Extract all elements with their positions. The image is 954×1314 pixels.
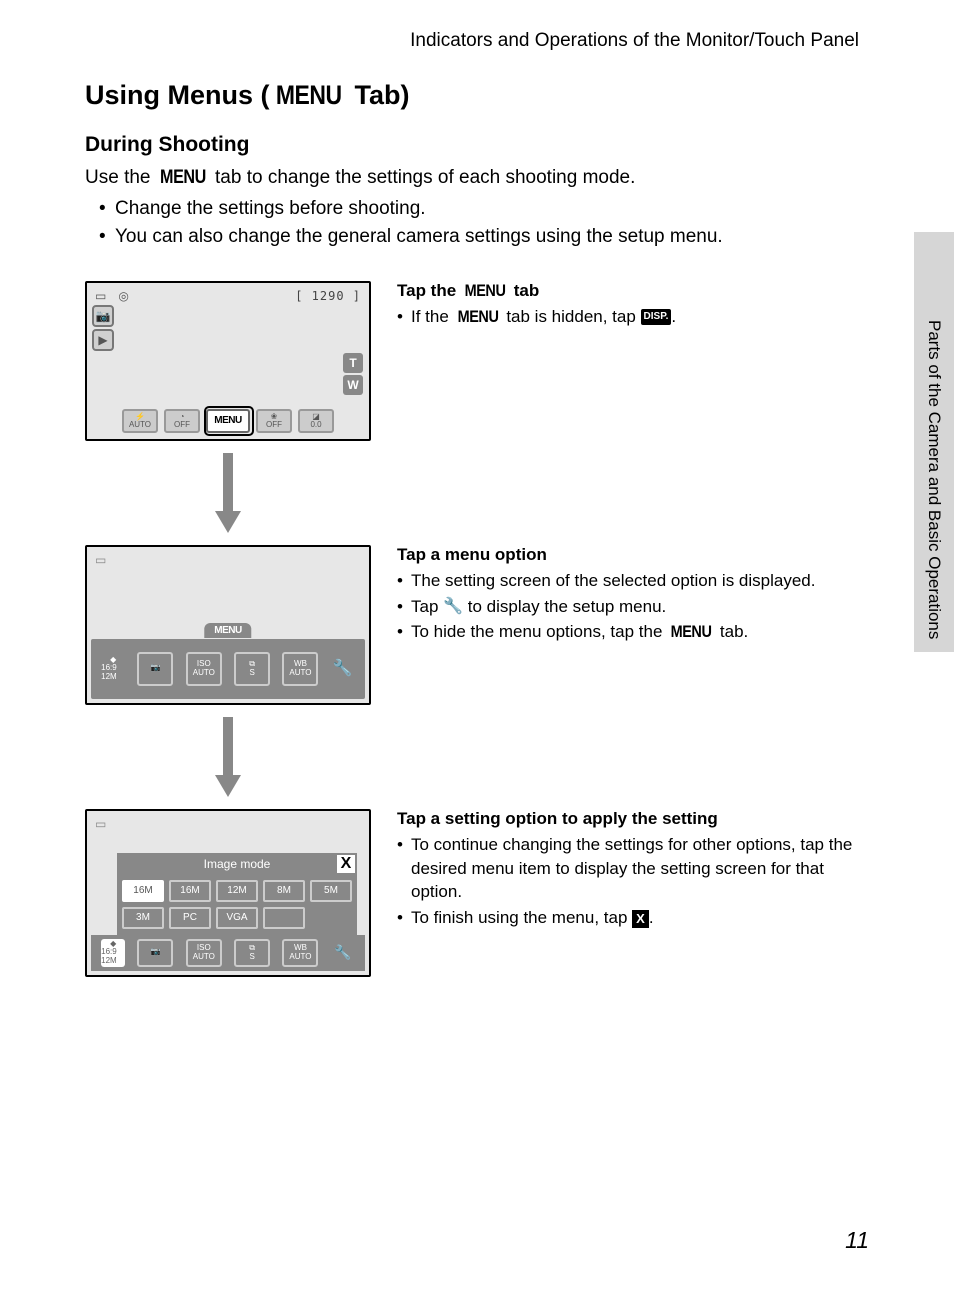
image-mode-option[interactable]: 5M	[310, 880, 352, 902]
screen-1: ▭ ◎ [ 1290 ] 📷 ▶ T W ⚡AUTO ◔OFF	[85, 281, 371, 441]
screen-3: ▭ Image mode X 16M 16M 12M 8M 5M	[85, 809, 371, 977]
expcomp-button[interactable]: ◪0.0	[298, 409, 334, 433]
page-number: 11	[845, 1227, 869, 1254]
wb-item[interactable]: WBAUTO	[282, 652, 318, 686]
image-mode-option[interactable]: 12M	[216, 880, 258, 902]
intro-bullet: You can also change the general camera s…	[99, 224, 869, 251]
section-subtitle: During Shooting	[85, 133, 869, 157]
image-mode-item[interactable]: ◆16:9 12M	[101, 652, 125, 686]
menu-glyph: MENU	[465, 281, 506, 301]
intro-post: tab to change the settings of each shoot…	[210, 167, 636, 188]
zoom-wide-button[interactable]: W	[343, 375, 363, 395]
title-prefix: Using Menus (	[85, 80, 270, 110]
touch-shoot-item[interactable]: 📷	[137, 652, 173, 686]
image-mode-option[interactable]: 3M	[122, 907, 164, 929]
menu-highlight	[204, 406, 254, 436]
down-arrow-icon	[218, 453, 238, 533]
zoom-tele-button[interactable]: T	[343, 353, 363, 373]
flash-button[interactable]: ⚡AUTO	[122, 409, 158, 433]
iso-item[interactable]: ISOAUTO	[186, 652, 222, 686]
menu-glyph: MENU	[160, 165, 206, 192]
step3-bullet: To finish using the menu, tap X.	[397, 906, 869, 930]
image-mode-option[interactable]: 16M	[169, 880, 211, 902]
playback-tab[interactable]: ▶	[92, 329, 114, 351]
selftimer-button[interactable]: ◔OFF	[164, 409, 200, 433]
step3-head: Tap a setting option to apply the settin…	[397, 809, 869, 829]
mode-icon: ◎	[118, 289, 128, 303]
setup-item[interactable]: 🔧	[331, 939, 355, 967]
step2-head: Tap a menu option	[397, 545, 869, 565]
down-arrow-icon	[218, 717, 238, 797]
battery-icon: ▭	[95, 817, 106, 831]
menu-tab-label[interactable]: MENU	[204, 623, 251, 638]
touch-shoot-item[interactable]: 📷	[137, 939, 173, 967]
step2-bullet: To hide the menu options, tap the MENU t…	[397, 620, 869, 644]
page-title: Using Menus (MENU Tab)	[85, 80, 869, 111]
close-icon: X	[632, 910, 649, 928]
image-mode-option[interactable]: 16M	[122, 880, 164, 902]
step3-bullet: To continue changing the settings for ot…	[397, 833, 869, 904]
shot-counter: [ 1290 ]	[295, 289, 361, 303]
title-suffix: Tab)	[347, 80, 410, 110]
page-header: Indicators and Operations of the Monitor…	[85, 30, 869, 52]
image-mode-option[interactable]: 8M	[263, 880, 305, 902]
continuous-item[interactable]: ⧉S	[234, 652, 270, 686]
battery-icon: ▭	[95, 553, 106, 567]
image-mode-option[interactable]: VGA	[216, 907, 258, 929]
intro-bullet: Change the settings before shooting.	[99, 196, 869, 223]
screen-2: ▭ MENU ◆16:9 12M 📷 ISOAUTO ⧉S WBAUTO 🔧	[85, 545, 371, 705]
intro-bullets: Change the settings before shooting. You…	[85, 196, 869, 251]
intro-paragraph: Use the MENU tab to change the settings …	[85, 165, 869, 192]
image-mode-option[interactable]: PC	[169, 907, 211, 929]
camera-tab[interactable]: 📷	[92, 305, 114, 327]
image-mode-item[interactable]: ◆16:9 12M	[101, 939, 125, 967]
step2-bullet: Tap 🔧 to display the setup menu.	[397, 595, 869, 619]
setup-item[interactable]: 🔧	[331, 652, 355, 686]
step1-head: Tap the MENU tab	[397, 281, 869, 301]
intro-pre: Use the	[85, 167, 156, 188]
menu-glyph: MENU	[457, 305, 498, 329]
wb-item[interactable]: WBAUTO	[282, 939, 318, 967]
menu-glyph: MENU	[671, 620, 712, 644]
side-chapter-label: Parts of the Camera and Basic Operations	[924, 320, 944, 639]
iso-item[interactable]: ISOAUTO	[186, 939, 222, 967]
step1-bullet: If the MENU tab is hidden, tap DISP..	[397, 305, 869, 329]
continuous-item[interactable]: ⧉S	[234, 939, 270, 967]
image-mode-option[interactable]	[263, 907, 305, 929]
wrench-icon: 🔧	[443, 596, 463, 618]
close-button[interactable]: X	[335, 853, 357, 875]
step2-bullet: The setting screen of the selected optio…	[397, 569, 869, 593]
macro-button[interactable]: ❀OFF	[256, 409, 292, 433]
menu-glyph: MENU	[275, 80, 341, 111]
disp-icon: DISP.	[641, 309, 672, 325]
panel-title: Image mode	[117, 857, 357, 871]
battery-icon: ▭	[95, 289, 106, 303]
